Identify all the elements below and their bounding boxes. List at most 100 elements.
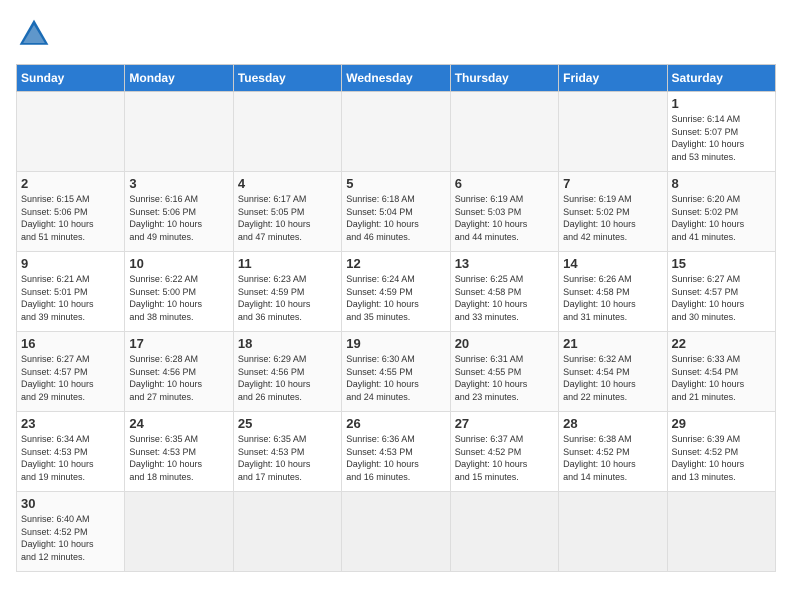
calendar-cell [233, 492, 341, 572]
day-number: 13 [455, 256, 554, 271]
calendar-header-row: SundayMondayTuesdayWednesdayThursdayFrid… [17, 65, 776, 92]
day-info: Sunrise: 6:28 AM Sunset: 4:56 PM Dayligh… [129, 353, 228, 403]
calendar-cell [17, 92, 125, 172]
calendar-cell: 9 Sunrise: 6:21 AM Sunset: 5:01 PM Daylig… [17, 252, 125, 332]
day-number: 2 [21, 176, 120, 191]
calendar-cell: 12 Sunrise: 6:24 AM Sunset: 4:59 PM Dayli… [342, 252, 450, 332]
day-info: Sunrise: 6:26 AM Sunset: 4:58 PM Dayligh… [563, 273, 662, 323]
calendar-cell: 18 Sunrise: 6:29 AM Sunset: 4:56 PM Dayli… [233, 332, 341, 412]
day-number: 16 [21, 336, 120, 351]
calendar-cell: 17 Sunrise: 6:28 AM Sunset: 4:56 PM Dayli… [125, 332, 233, 412]
day-number: 17 [129, 336, 228, 351]
calendar-week-row: 16 Sunrise: 6:27 AM Sunset: 4:57 PM Dayli… [17, 332, 776, 412]
calendar-cell: 20 Sunrise: 6:31 AM Sunset: 4:55 PM Dayli… [450, 332, 558, 412]
day-number: 4 [238, 176, 337, 191]
calendar-cell: 22 Sunrise: 6:33 AM Sunset: 4:54 PM Dayli… [667, 332, 775, 412]
calendar-cell: 10Sunrise: 6:22 AM Sunset: 5:00 PM Dayli… [125, 252, 233, 332]
day-info: Sunrise: 6:29 AM Sunset: 4:56 PM Dayligh… [238, 353, 337, 403]
day-number: 27 [455, 416, 554, 431]
calendar-cell: 6 Sunrise: 6:19 AM Sunset: 5:03 PM Daylig… [450, 172, 558, 252]
day-info: Sunrise: 6:30 AM Sunset: 4:55 PM Dayligh… [346, 353, 445, 403]
day-number: 14 [563, 256, 662, 271]
day-number: 7 [563, 176, 662, 191]
calendar-cell: 27 Sunrise: 6:37 AM Sunset: 4:52 PM Dayli… [450, 412, 558, 492]
calendar-cell: 3Sunrise: 6:16 AM Sunset: 5:06 PM Daylig… [125, 172, 233, 252]
calendar-cell: 11Sunrise: 6:23 AM Sunset: 4:59 PM Dayli… [233, 252, 341, 332]
day-info: Sunrise: 6:14 AM Sunset: 5:07 PM Dayligh… [672, 113, 771, 163]
day-info: Sunrise: 6:27 AM Sunset: 4:57 PM Dayligh… [21, 353, 120, 403]
calendar-week-row: 9 Sunrise: 6:21 AM Sunset: 5:01 PM Daylig… [17, 252, 776, 332]
calendar-week-row: 23 Sunrise: 6:34 AM Sunset: 4:53 PM Dayli… [17, 412, 776, 492]
calendar-cell [342, 492, 450, 572]
day-info: Sunrise: 6:19 AM Sunset: 5:02 PM Dayligh… [563, 193, 662, 243]
calendar-cell [125, 92, 233, 172]
day-info: Sunrise: 6:32 AM Sunset: 4:54 PM Dayligh… [563, 353, 662, 403]
calendar-cell: 21Sunrise: 6:32 AM Sunset: 4:54 PM Dayli… [559, 332, 667, 412]
calendar-week-row: 1Sunrise: 6:14 AM Sunset: 5:07 PM Daylig… [17, 92, 776, 172]
day-info: Sunrise: 6:34 AM Sunset: 4:53 PM Dayligh… [21, 433, 120, 483]
calendar-week-row: 2 Sunrise: 6:15 AM Sunset: 5:06 PM Daylig… [17, 172, 776, 252]
day-header-tuesday: Tuesday [233, 65, 341, 92]
day-info: Sunrise: 6:15 AM Sunset: 5:06 PM Dayligh… [21, 193, 120, 243]
day-header-sunday: Sunday [17, 65, 125, 92]
logo [16, 16, 58, 52]
day-info: Sunrise: 6:21 AM Sunset: 5:01 PM Dayligh… [21, 273, 120, 323]
day-number: 28 [563, 416, 662, 431]
day-header-friday: Friday [559, 65, 667, 92]
calendar-cell [559, 92, 667, 172]
calendar-table: SundayMondayTuesdayWednesdayThursdayFrid… [16, 64, 776, 572]
day-info: Sunrise: 6:19 AM Sunset: 5:03 PM Dayligh… [455, 193, 554, 243]
calendar-cell: 14 Sunrise: 6:26 AM Sunset: 4:58 PM Dayli… [559, 252, 667, 332]
day-number: 24 [129, 416, 228, 431]
calendar-cell: 5 Sunrise: 6:18 AM Sunset: 5:04 PM Daylig… [342, 172, 450, 252]
day-info: Sunrise: 6:38 AM Sunset: 4:52 PM Dayligh… [563, 433, 662, 483]
day-info: Sunrise: 6:36 AM Sunset: 4:53 PM Dayligh… [346, 433, 445, 483]
day-number: 6 [455, 176, 554, 191]
day-info: Sunrise: 6:25 AM Sunset: 4:58 PM Dayligh… [455, 273, 554, 323]
calendar-cell: 8Sunrise: 6:20 AM Sunset: 5:02 PM Daylig… [667, 172, 775, 252]
calendar-cell: 2 Sunrise: 6:15 AM Sunset: 5:06 PM Daylig… [17, 172, 125, 252]
day-header-monday: Monday [125, 65, 233, 92]
day-info: Sunrise: 6:37 AM Sunset: 4:52 PM Dayligh… [455, 433, 554, 483]
calendar-cell [125, 492, 233, 572]
calendar-cell [342, 92, 450, 172]
calendar-cell: 26 Sunrise: 6:36 AM Sunset: 4:53 PM Dayli… [342, 412, 450, 492]
day-number: 5 [346, 176, 445, 191]
day-info: Sunrise: 6:16 AM Sunset: 5:06 PM Dayligh… [129, 193, 228, 243]
calendar-cell: 23 Sunrise: 6:34 AM Sunset: 4:53 PM Dayli… [17, 412, 125, 492]
calendar-cell: 13 Sunrise: 6:25 AM Sunset: 4:58 PM Dayli… [450, 252, 558, 332]
calendar-cell: 7 Sunrise: 6:19 AM Sunset: 5:02 PM Daylig… [559, 172, 667, 252]
day-number: 15 [672, 256, 771, 271]
calendar-cell [450, 492, 558, 572]
day-info: Sunrise: 6:40 AM Sunset: 4:52 PM Dayligh… [21, 513, 120, 563]
day-number: 22 [672, 336, 771, 351]
day-number: 23 [21, 416, 120, 431]
calendar-cell: 19 Sunrise: 6:30 AM Sunset: 4:55 PM Dayli… [342, 332, 450, 412]
day-number: 8 [672, 176, 771, 191]
calendar-cell: 25Sunrise: 6:35 AM Sunset: 4:53 PM Dayli… [233, 412, 341, 492]
day-number: 9 [21, 256, 120, 271]
day-header-thursday: Thursday [450, 65, 558, 92]
calendar-cell [667, 492, 775, 572]
day-info: Sunrise: 6:18 AM Sunset: 5:04 PM Dayligh… [346, 193, 445, 243]
day-number: 18 [238, 336, 337, 351]
day-info: Sunrise: 6:24 AM Sunset: 4:59 PM Dayligh… [346, 273, 445, 323]
day-number: 12 [346, 256, 445, 271]
calendar-cell: 28 Sunrise: 6:38 AM Sunset: 4:52 PM Dayli… [559, 412, 667, 492]
day-info: Sunrise: 6:35 AM Sunset: 4:53 PM Dayligh… [129, 433, 228, 483]
day-info: Sunrise: 6:22 AM Sunset: 5:00 PM Dayligh… [129, 273, 228, 323]
calendar-cell: 4Sunrise: 6:17 AM Sunset: 5:05 PM Daylig… [233, 172, 341, 252]
day-number: 26 [346, 416, 445, 431]
calendar-cell: 29Sunrise: 6:39 AM Sunset: 4:52 PM Dayli… [667, 412, 775, 492]
day-number: 19 [346, 336, 445, 351]
page-header [16, 16, 776, 52]
day-header-saturday: Saturday [667, 65, 775, 92]
day-number: 20 [455, 336, 554, 351]
day-info: Sunrise: 6:33 AM Sunset: 4:54 PM Dayligh… [672, 353, 771, 403]
day-number: 30 [21, 496, 120, 511]
day-info: Sunrise: 6:31 AM Sunset: 4:55 PM Dayligh… [455, 353, 554, 403]
day-info: Sunrise: 6:27 AM Sunset: 4:57 PM Dayligh… [672, 273, 771, 323]
logo-icon [16, 16, 52, 52]
calendar-cell [450, 92, 558, 172]
calendar-cell: 16 Sunrise: 6:27 AM Sunset: 4:57 PM Dayli… [17, 332, 125, 412]
